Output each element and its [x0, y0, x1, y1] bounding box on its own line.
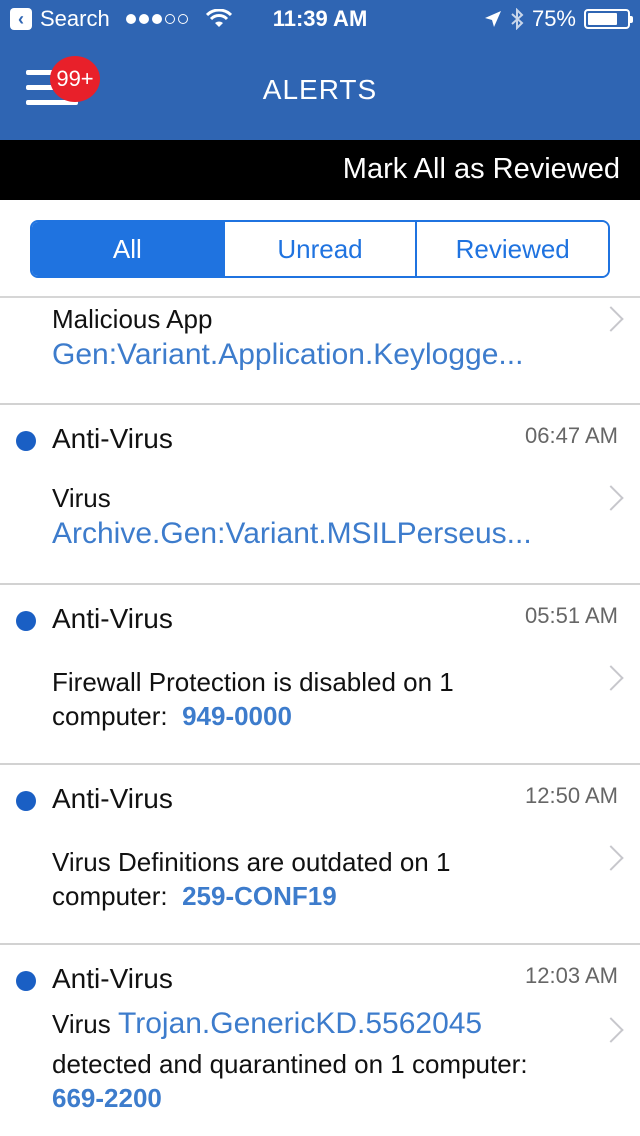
alert-title: Anti-Virus [52, 603, 173, 634]
unread-dot-icon [16, 971, 36, 991]
threat-prefix: Virus [52, 1009, 111, 1039]
alert-title: Anti-Virus [52, 963, 173, 994]
chevron-right-icon [598, 845, 624, 871]
alert-time: 06:47 AM [525, 423, 618, 448]
chevron-right-icon [598, 665, 624, 691]
alert-category: Malicious App [52, 304, 213, 334]
status-right: 75% [484, 6, 633, 32]
action-bar: Mark All as Reviewed [0, 140, 640, 200]
filter-segmented-control: All Unread Reviewed [30, 220, 610, 278]
computer-link[interactable]: 669-2200 [52, 1083, 162, 1114]
alert-time: 05:51 AM [525, 603, 618, 628]
unread-dot-icon [16, 791, 36, 811]
page-title: ALERTS [262, 74, 378, 105]
alert-time: 12:03 AM [525, 963, 618, 988]
mark-all-reviewed-button[interactable]: Mark All as Reviewed [343, 153, 620, 186]
alert-row[interactable]: Malicious App Gen:Variant.Application.Ke… [0, 298, 640, 405]
chevron-right-icon [598, 1017, 624, 1043]
unread-dot-icon [16, 611, 36, 631]
alert-title: Anti-Virus [52, 783, 173, 814]
alert-message: Virus Definitions are outdated on 1 [52, 847, 451, 877]
alert-row[interactable]: Anti-Virus 12:03 AM Virus Trojan.Generic… [0, 945, 640, 1125]
computer-link[interactable]: 259-CONF19 [182, 881, 337, 911]
alert-row[interactable]: Anti-Virus 05:51 AM Firewall Protection … [0, 585, 640, 765]
chevron-right-icon [598, 306, 624, 332]
computer-link[interactable]: 949-0000 [182, 701, 292, 731]
alert-category: Virus [52, 483, 111, 513]
alert-message: detected and quarantined on 1 computer: [52, 1049, 528, 1079]
threat-link[interactable]: Trojan.GenericKD.5562045 [118, 1007, 482, 1040]
alert-detail: Archive.Gen:Variant.MSILPerseus... [52, 517, 532, 550]
alert-time: 12:50 AM [525, 783, 618, 808]
filter-bar: All Unread Reviewed [0, 200, 640, 298]
alert-computer-line: computer: 949-0000 [52, 701, 292, 732]
chevron-right-icon [598, 485, 624, 511]
alert-detail: Gen:Variant.Application.Keylogge... [52, 338, 524, 371]
alert-title: Anti-Virus [52, 423, 173, 454]
bluetooth-icon [511, 8, 524, 30]
alert-threat-line: Virus Trojan.GenericKD.5562045 [52, 1007, 482, 1041]
alerts-list: Malicious App Gen:Variant.Application.Ke… [0, 298, 640, 1125]
location-arrow-icon [484, 11, 501, 27]
computer-prefix: computer: [52, 701, 168, 731]
tab-unread[interactable]: Unread [222, 222, 416, 276]
unread-dot-icon [16, 431, 36, 451]
top-bar: ‹ Search 11:39 AM 75% 99+ ALERTS [0, 0, 640, 140]
status-bar: ‹ Search 11:39 AM 75% [0, 0, 640, 40]
battery-percent: 75% [531, 6, 576, 31]
alert-message: Firewall Protection is disabled on 1 [52, 667, 454, 697]
alert-computer-line: computer: 259-CONF19 [52, 881, 337, 912]
alert-row[interactable]: Anti-Virus 06:47 AM Virus Archive.Gen:Va… [0, 405, 640, 585]
computer-prefix: computer: [52, 881, 168, 911]
tab-all[interactable]: All [32, 222, 223, 276]
battery-icon [584, 9, 633, 29]
tab-reviewed[interactable]: Reviewed [415, 222, 608, 276]
alert-row[interactable]: Anti-Virus 12:50 AM Virus Definitions ar… [0, 765, 640, 945]
